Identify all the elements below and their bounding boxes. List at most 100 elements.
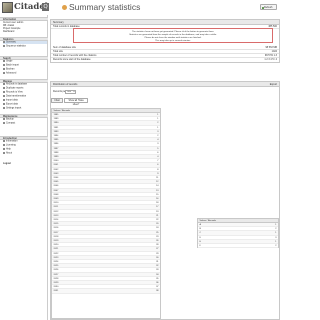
table-cell-key: 2029 [53, 282, 59, 284]
table-cell-key: 2027 [53, 273, 59, 276]
table-cell-key: 2004 [53, 177, 59, 179]
sidebar-item-manage[interactable]: Records in database [3, 83, 47, 86]
sidebar-item-label: Help [6, 148, 11, 151]
table-cell-key: 1990 [53, 122, 59, 125]
table-cell-key: E [199, 240, 201, 243]
refresh-button[interactable]: Refresh [260, 4, 277, 10]
table-cell-key: 2009 [53, 198, 59, 200]
sidebar-item-label: Settings import [6, 107, 22, 110]
table-cell-key: 2016 [53, 227, 59, 230]
distribution-panel-title: Distribution of records [53, 83, 78, 86]
table-cell-key: 1998 [53, 151, 59, 154]
sidebar-item-label: Advanced [6, 72, 17, 75]
sidebar-item-label: Batch import [6, 64, 19, 67]
table-cell-key: 1996 [53, 143, 59, 146]
table-cell-key: 2007 [53, 189, 59, 192]
values-table-left: Values / Records 1985 1 1989 1 1990 2 1991 1 199… [51, 108, 161, 319]
sidebar-item-manage[interactable]: Records to View [3, 91, 47, 94]
table-cell-key: 1999 [53, 156, 59, 158]
statistics-warning-box: The statistics have not been yet generat… [73, 28, 273, 43]
table-cell-key: 1993 [53, 130, 59, 133]
table-cell-key: B [199, 228, 201, 231]
tab-show-all[interactable]: Show all "Data sheet" [64, 98, 88, 106]
search-icon [3, 60, 5, 62]
sidebar-item-compact[interactable]: Compact [3, 122, 47, 125]
summary-row: Records since start of the database 1 2 … [51, 58, 279, 62]
top-bar: Citadel Q Summary statistics Refresh [0, 0, 282, 14]
sidebar-item-manage[interactable]: Export data [3, 103, 47, 106]
sidebar-item-manage[interactable]: Settings import [3, 107, 47, 110]
tab-chart[interactable]: Chart [51, 98, 63, 103]
sidebar-item-info[interactable]: Information [3, 140, 47, 143]
table-cell-value: 2 [275, 245, 277, 247]
sidebar-item-summary[interactable]: Summary [3, 41, 47, 44]
sidebar-item-search[interactable]: Batch import [3, 64, 47, 67]
search-icon [3, 64, 5, 66]
table-cell-key: 2013 [53, 214, 59, 217]
table-cell-key: 2020 [53, 244, 59, 247]
logo-image-icon [2, 2, 13, 13]
sidebar-item-label: Duplicate reports [6, 87, 24, 90]
sidebar-item-search[interactable]: Boolean [3, 68, 47, 71]
sidebar-item-search[interactable]: Single [3, 60, 47, 63]
summary-panel: Summary Total records in database 385 50… [50, 19, 280, 63]
table-cell-key: F [199, 245, 201, 247]
table-cell-key: 2021 [53, 248, 59, 251]
sidebar-section-header: Statistics [0, 37, 48, 41]
table-cell-key: 2003 [53, 172, 59, 175]
sidebar-item-manage[interactable]: Duplicate reports [3, 87, 47, 90]
records-per-select-value: Year [67, 91, 72, 93]
table-cell-key: D [199, 236, 202, 239]
table-cell-key: 2017 [53, 231, 59, 234]
table-cell-key: 2030 [53, 286, 59, 289]
sidebar-item-info[interactable]: Licensing [3, 144, 47, 147]
compress-icon [3, 122, 5, 124]
sidebar-item-label: Sequence statistics [6, 45, 26, 48]
summary-row-label: Sum of database size [53, 46, 76, 49]
search-icon [3, 72, 5, 74]
export-link[interactable]: Export [270, 82, 277, 87]
records-per-select[interactable]: Year ▾ [65, 89, 76, 94]
page-title: Summary statistics [69, 2, 141, 12]
table-cell-key: 2018 [53, 235, 59, 238]
sidebar-item-manage[interactable]: Import data [3, 99, 47, 102]
sidebar: Information Current user: admin DB: cita… [0, 15, 48, 320]
sidebar-item-label: Backup [6, 118, 14, 121]
table-cell-key: 1997 [53, 147, 59, 150]
distribution-panel-header: Distribution of records Export [51, 82, 279, 87]
table-cell-key: 1994 [53, 135, 59, 137]
table-cell-key: 2025 [53, 265, 59, 268]
title-status-icon [62, 4, 67, 10]
refresh-icon [262, 7, 264, 9]
sidebar-item-label: Records in database [6, 83, 28, 86]
summary-row-label: Total number of records with the citatio… [53, 54, 97, 57]
sidebar-item-backup[interactable]: Backup [3, 118, 47, 121]
logout-link[interactable]: Logout [3, 163, 47, 166]
chart-icon [3, 45, 5, 47]
table-cell-key: 1985 [53, 114, 59, 116]
table-cell-key: 2005 [53, 181, 59, 184]
table-cell-key: 2015 [53, 223, 59, 226]
sidebar-item-label: Boolean [6, 68, 15, 71]
sidebar-item-manage[interactable]: Data transformation [3, 95, 47, 98]
app-logo[interactable]: Citadel Q [2, 2, 50, 13]
info-icon [3, 140, 5, 142]
logo-badge: Q [42, 3, 49, 11]
list-icon [3, 91, 5, 93]
sidebar-item-info[interactable]: About [3, 152, 47, 155]
table-cell-key: C [199, 232, 202, 235]
distribution-panel: Distribution of records Export Records p… [50, 81, 280, 320]
table-cell-key: 2022 [53, 252, 59, 255]
table-cell-key: 2010 [53, 202, 59, 205]
sidebar-item-label: Import data [6, 99, 18, 102]
sidebar-info-link[interactable]: Dashboard [3, 31, 47, 34]
warning-line: This may take up to several minutes. [155, 39, 191, 42]
sidebar-item-search[interactable]: Advanced [3, 72, 47, 75]
sidebar-item-label: Export data [6, 103, 18, 106]
main-content: Summary Total records in database 385 50… [50, 15, 280, 320]
table-cell-key: 2012 [53, 210, 59, 213]
sidebar-item-label: Information [6, 140, 18, 143]
sidebar-item-info[interactable]: Help [3, 148, 47, 151]
table-cell-key: 1989 [53, 118, 59, 121]
sidebar-item-sequence[interactable]: Sequence statistics [3, 45, 47, 48]
